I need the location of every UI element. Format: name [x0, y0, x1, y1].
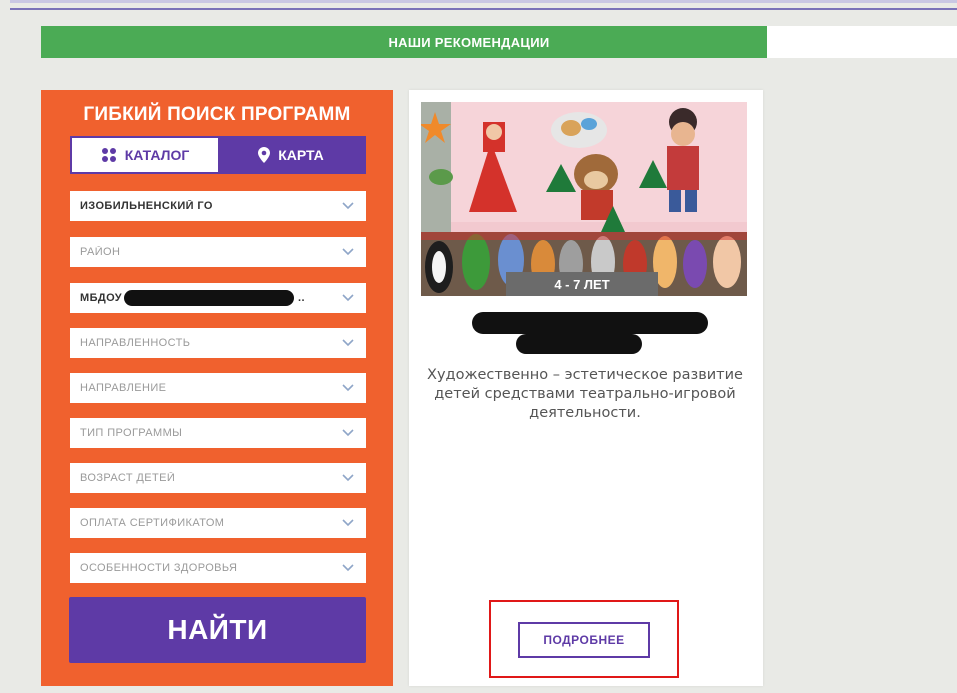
- organization-value: МБДОУ..: [80, 290, 340, 306]
- redacted-program-title: [472, 312, 708, 334]
- program-description: Художественно – эстетическое развитие де…: [427, 367, 743, 421]
- chevron-down-icon: [340, 244, 356, 260]
- district-select[interactable]: РАЙОН: [70, 237, 366, 267]
- map-pin-icon: [258, 147, 271, 163]
- recommendations-title: НАШИ РЕКОМЕНДАЦИИ: [388, 34, 550, 50]
- health-features-select[interactable]: ОСОБЕННОСТИ ЗДОРОВЬЯ: [70, 553, 366, 583]
- children-age-select[interactable]: ВОЗРАСТ ДЕТЕЙ: [70, 463, 366, 493]
- redacted-organization-name: [124, 290, 295, 306]
- children-age-placeholder: ВОЗРАСТ ДЕТЕЙ: [80, 472, 176, 484]
- certificate-payment-placeholder: ОПЛАТА СЕРТИФИКАТОМ: [80, 517, 225, 529]
- direction-placeholder: НАПРАВЛЕНИЕ: [80, 382, 167, 394]
- chevron-down-icon: [340, 515, 356, 531]
- tab-map-label: КАРТА: [278, 147, 324, 163]
- certificate-payment-select[interactable]: ОПЛАТА СЕРТИФИКАТОМ: [70, 508, 366, 538]
- find-button[interactable]: НАЙТИ: [69, 597, 366, 663]
- more-details-button[interactable]: ПОДРОБНЕЕ: [518, 622, 650, 658]
- tab-map[interactable]: КАРТА: [218, 138, 364, 172]
- age-badge: 4 - 7 ЛЕТ: [506, 272, 658, 296]
- organization-ellipsis: ..: [298, 291, 305, 304]
- flexible-search-panel: ГИБКИЙ ПОИСК ПРОГРАММ КАТАЛОГ КАРТА ИЗОБ…: [41, 90, 393, 686]
- program-type-placeholder: ТИП ПРОГРАММЫ: [80, 427, 183, 439]
- chevron-down-icon: [340, 380, 356, 396]
- chevron-down-icon: [340, 425, 356, 441]
- top-border: [10, 8, 957, 10]
- chevron-down-icon: [340, 198, 356, 214]
- health-features-placeholder: ОСОБЕННОСТИ ЗДОРОВЬЯ: [80, 562, 238, 574]
- organization-prefix: МБДОУ: [80, 291, 123, 304]
- organization-select[interactable]: МБДОУ..: [70, 283, 366, 313]
- focus-placeholder: НАПРАВЛЕННОСТЬ: [80, 337, 191, 349]
- chevron-down-icon: [340, 335, 356, 351]
- recommendations-header: НАШИ РЕКОМЕНДАЦИИ: [41, 26, 767, 58]
- district-placeholder: РАЙОН: [80, 246, 121, 258]
- top-border-light: [10, 0, 957, 3]
- focus-select[interactable]: НАПРАВЛЕННОСТЬ: [70, 328, 366, 358]
- program-photo[interactable]: [421, 102, 747, 296]
- tab-catalog-label: КАТАЛОГ: [124, 147, 190, 163]
- direction-select[interactable]: НАПРАВЛЕНИЕ: [70, 373, 366, 403]
- search-panel-title: ГИБКИЙ ПОИСК ПРОГРАММ: [83, 104, 351, 125]
- municipality-value: ИЗОБИЛЬНЕНСКИЙ ГО: [80, 200, 213, 212]
- puppets-photo: [421, 102, 747, 296]
- chevron-down-icon: [340, 560, 356, 576]
- program-type-select[interactable]: ТИП ПРОГРАММЫ: [70, 418, 366, 448]
- grid-dots-icon: [101, 147, 117, 163]
- tab-catalog[interactable]: КАТАЛОГ: [72, 138, 218, 172]
- chevron-down-icon: [340, 290, 356, 306]
- municipality-select[interactable]: ИЗОБИЛЬНЕНСКИЙ ГО: [70, 191, 366, 221]
- chevron-down-icon: [340, 470, 356, 486]
- redacted-program-title-line2: [516, 334, 642, 354]
- view-switch: КАТАЛОГ КАРТА: [70, 136, 366, 174]
- recommendations-header-blank: [767, 26, 957, 58]
